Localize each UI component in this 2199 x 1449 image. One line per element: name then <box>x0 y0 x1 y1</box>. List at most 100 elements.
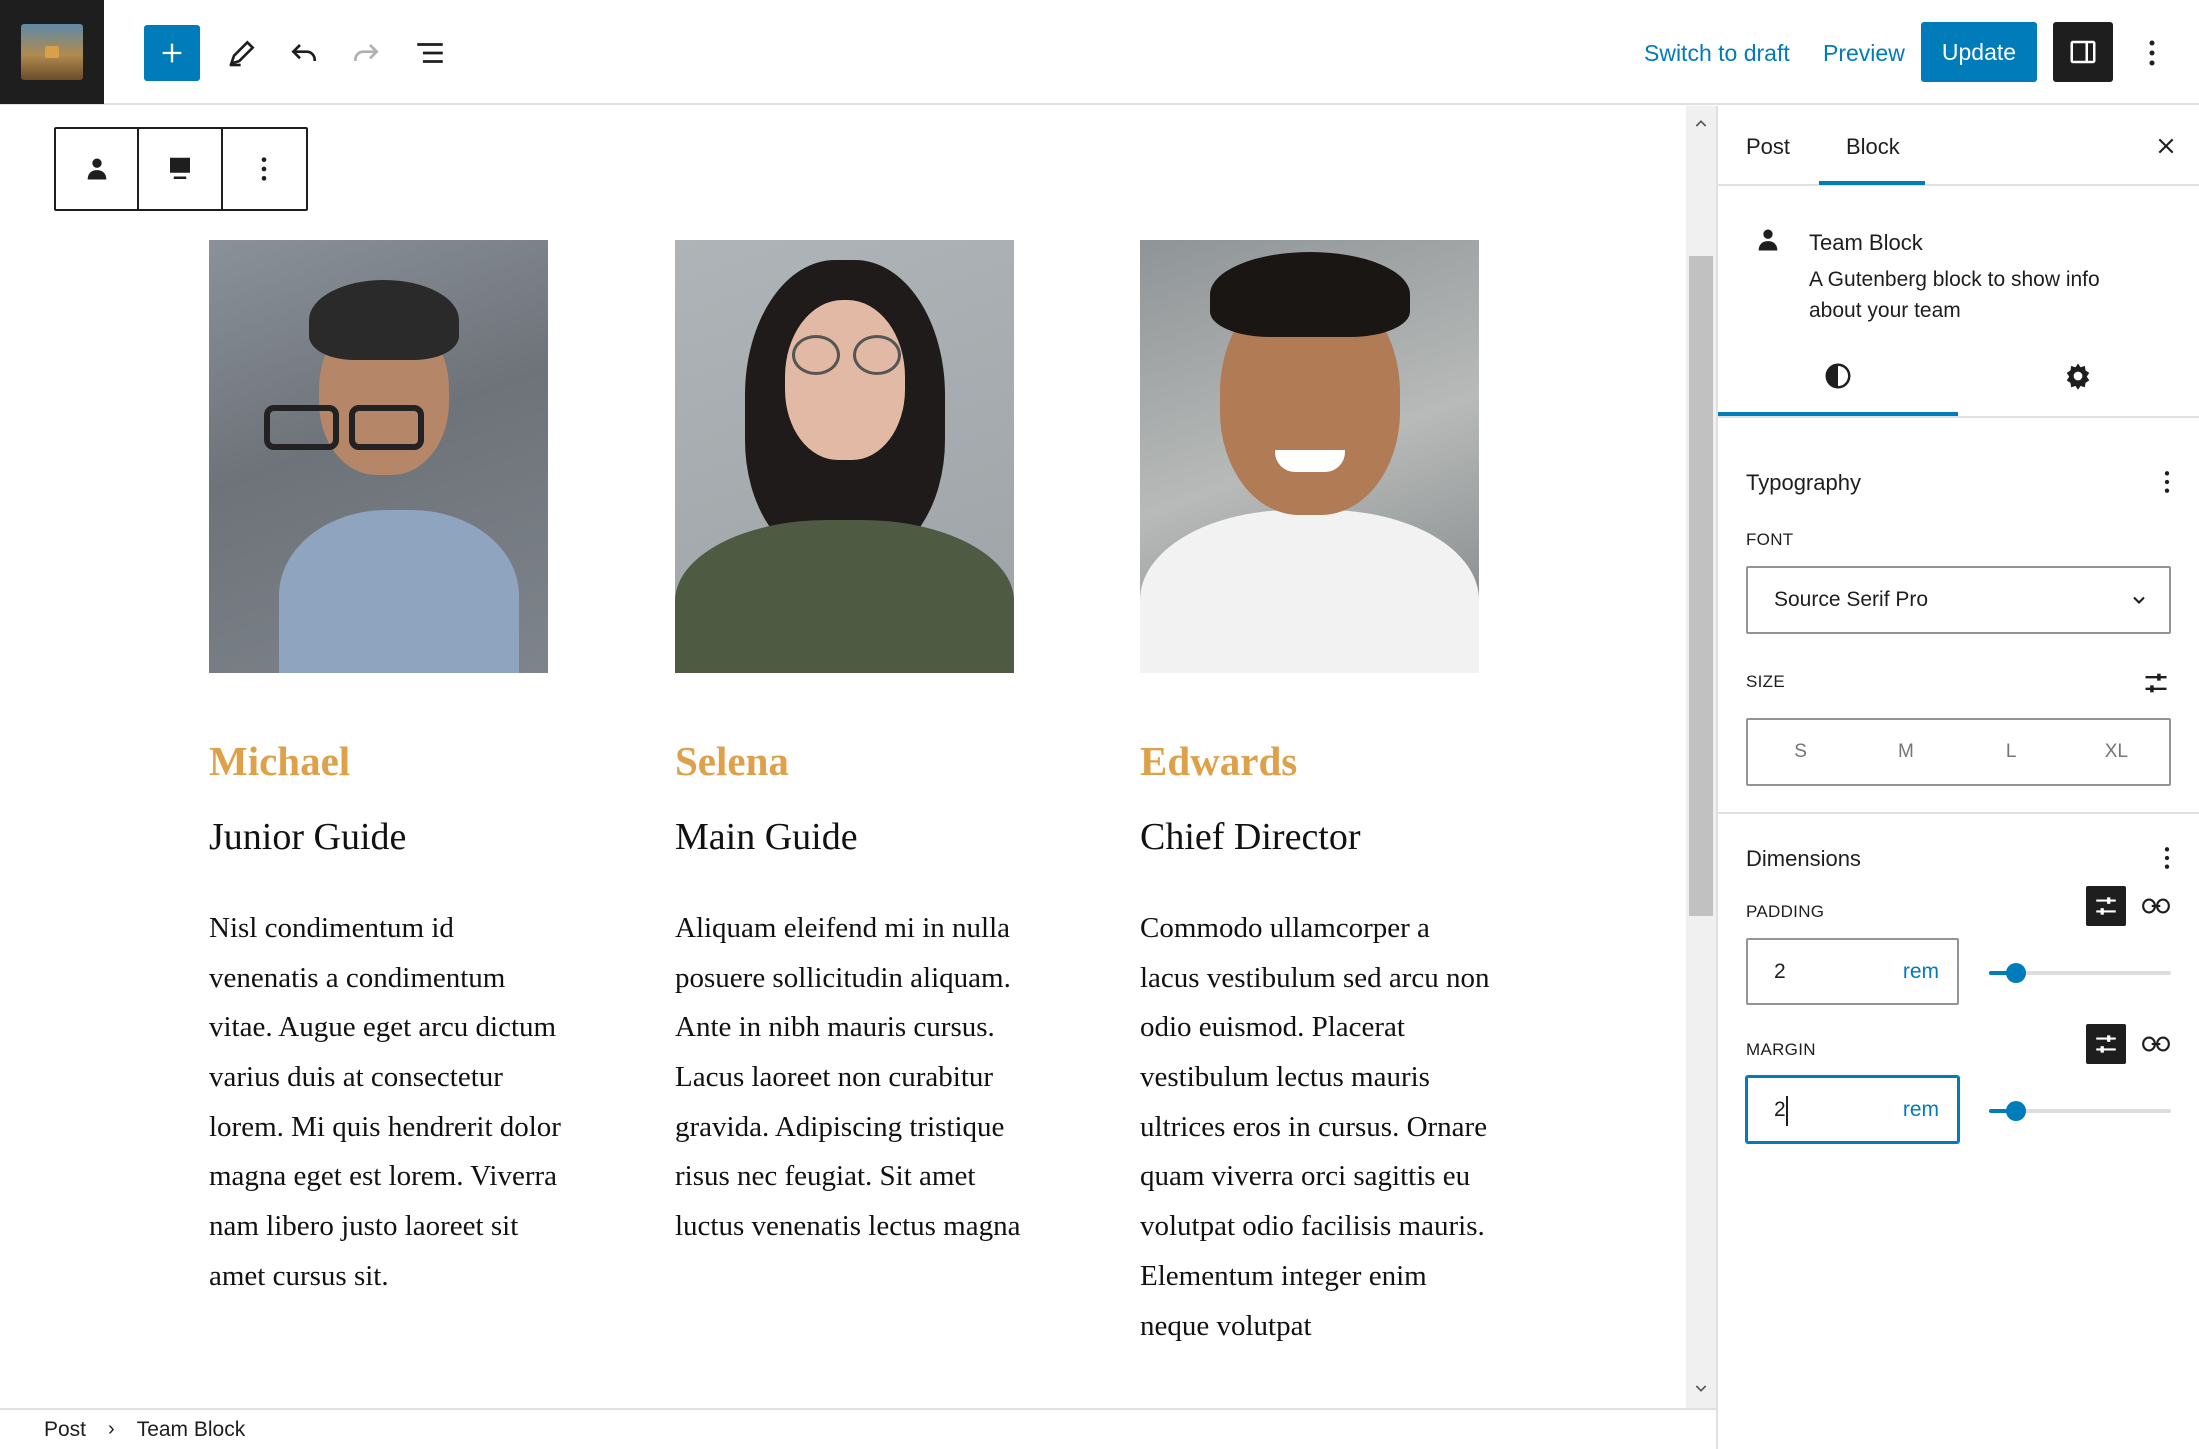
update-button[interactable]: Update <box>1921 22 2037 82</box>
site-icon[interactable] <box>0 0 104 104</box>
undo-button[interactable] <box>276 25 332 81</box>
block-inspector-tabs <box>1718 336 2199 418</box>
redo-button[interactable] <box>338 25 394 81</box>
padding-custom-button[interactable] <box>2086 886 2126 926</box>
person-icon <box>1758 229 1778 251</box>
block-toolbar <box>54 127 308 211</box>
size-option-m[interactable]: M <box>1853 720 1958 784</box>
team-member-role: Main Guide <box>675 816 858 859</box>
padding-slider[interactable] <box>1989 958 2171 988</box>
team-member-role: Chief Director <box>1140 816 1361 859</box>
size-option-xl[interactable]: XL <box>2064 720 2169 784</box>
typography-panel-title[interactable]: Typography <box>1746 470 1861 496</box>
dimensions-options-button[interactable] <box>2152 840 2182 876</box>
font-label: FONT <box>1746 530 1794 549</box>
plus-icon <box>162 43 182 63</box>
tab-post[interactable]: Post <box>1746 134 1790 160</box>
block-align-button[interactable] <box>139 129 223 209</box>
font-select[interactable]: Source Serif Pro <box>1746 566 2171 634</box>
team-member-bio: Aliquam eleifend mi in nulla posuere sol… <box>675 911 1021 1243</box>
sliders-icon <box>2145 673 2167 693</box>
chevron-down-icon <box>1695 1385 1707 1392</box>
scroll-up-button[interactable] <box>1689 112 1713 136</box>
typography-options-button[interactable] <box>2152 464 2182 500</box>
text-caret <box>1786 1096 1788 1126</box>
dimensions-panel-title[interactable]: Dimensions <box>1746 846 1861 872</box>
chevron-up-icon <box>1695 120 1707 127</box>
list-view-icon <box>417 43 443 63</box>
margin-value: 2 <box>1774 1097 1786 1121</box>
size-label: SIZE <box>1746 672 1785 691</box>
team-member-bio: Nisl condimentum id venenatis a condimen… <box>209 911 561 1292</box>
margin-link-button[interactable] <box>2136 1024 2176 1064</box>
margin-custom-button[interactable] <box>2086 1024 2126 1064</box>
undo-icon <box>291 44 316 61</box>
custom-size-button[interactable] <box>2138 666 2174 700</box>
chevron-right-icon: › <box>108 1418 115 1440</box>
team-member-photo <box>1140 240 1479 673</box>
breadcrumb-item-post[interactable]: Post <box>44 1418 86 1442</box>
margin-unit-select[interactable]: rem <box>1903 1098 1939 1122</box>
slider-thumb[interactable] <box>2006 1101 2026 1121</box>
more-vertical-icon <box>2164 847 2170 869</box>
font-size-picker: S M L XL <box>1746 718 2171 786</box>
slider-thumb[interactable] <box>2006 963 2026 983</box>
more-vertical-icon <box>2149 40 2155 66</box>
scroll-down-button[interactable] <box>1689 1376 1713 1400</box>
padding-label: PADDING <box>1746 902 1825 921</box>
person-icon <box>87 158 107 180</box>
font-select-value: Source Serif Pro <box>1774 588 1929 611</box>
block-title: Team Block <box>1809 230 1923 255</box>
size-option-l[interactable]: L <box>1959 720 2064 784</box>
settings-sidebar: Post Block Team Block A Gutenberg block … <box>1716 106 2199 1449</box>
margin-input[interactable]: 2 rem <box>1746 1076 1959 1143</box>
settings-gear-icon <box>2066 363 2090 390</box>
unlink-icon <box>2142 1036 2170 1052</box>
sidebar-tabs: Post Block <box>1718 106 2199 186</box>
block-type-button[interactable] <box>56 129 140 209</box>
redo-icon <box>354 44 379 61</box>
margin-slider[interactable] <box>1989 1096 2171 1126</box>
padding-controls <box>2086 886 2176 926</box>
margin-controls <box>2086 1024 2176 1064</box>
more-vertical-icon <box>2164 471 2170 493</box>
padding-link-button[interactable] <box>2136 886 2176 926</box>
margin-label: MARGIN <box>1746 1040 1816 1059</box>
block-options-button[interactable] <box>223 129 306 209</box>
team-member-photo <box>675 240 1014 673</box>
settings-toggle-button[interactable] <box>2053 22 2113 82</box>
options-menu-button[interactable] <box>2132 28 2172 78</box>
size-option-s[interactable]: S <box>1748 720 1853 784</box>
block-icon <box>1754 226 1782 259</box>
close-sidebar-button[interactable] <box>2148 128 2184 164</box>
team-member-card[interactable]: Edwards Chief Director Commodo ullamcorp… <box>1140 240 1490 1351</box>
panel-divider <box>1718 812 2199 814</box>
switch-to-draft-button[interactable]: Switch to draft <box>1644 40 1790 67</box>
sliders-icon <box>2096 897 2116 915</box>
team-member-photo <box>209 240 548 673</box>
padding-input[interactable]: 2 rem <box>1746 938 1959 1005</box>
tools-button[interactable] <box>214 25 270 81</box>
tab-settings[interactable] <box>1958 336 2198 416</box>
team-member-card[interactable]: Michael Junior Guide Nisl condimentum id… <box>209 240 561 1302</box>
block-card: Team Block A Gutenberg block to show inf… <box>1718 186 2199 336</box>
tab-block[interactable]: Block <box>1846 134 1900 160</box>
close-icon <box>2158 138 2174 154</box>
chevron-down-icon <box>2133 596 2145 604</box>
list-view-button[interactable] <box>402 25 458 81</box>
padding-unit-select[interactable]: rem <box>1903 960 1939 984</box>
tab-styles[interactable] <box>1718 336 1958 416</box>
pencil-icon <box>229 40 255 67</box>
team-member-name: Michael <box>209 738 351 784</box>
canvas-scrollbar-thumb[interactable] <box>1689 256 1713 916</box>
preview-button[interactable]: Preview <box>1823 40 1905 67</box>
breadcrumb-item-team-block[interactable]: Team Block <box>137 1418 246 1442</box>
team-member-role: Junior Guide <box>209 816 407 859</box>
block-description: A Gutenberg block to show info about you… <box>1809 268 2100 322</box>
active-subtab-indicator <box>1718 412 1958 416</box>
team-member-card[interactable]: Selena Main Guide Aliquam eleifend mi in… <box>675 240 1020 1252</box>
editor-canvas: Michael Junior Guide Nisl condimentum id… <box>0 106 1716 1408</box>
add-block-button[interactable] <box>144 25 200 81</box>
styles-icon <box>1825 363 1851 389</box>
team-member-bio: Commodo ullamcorper a lacus vestibulum s… <box>1140 911 1490 1342</box>
